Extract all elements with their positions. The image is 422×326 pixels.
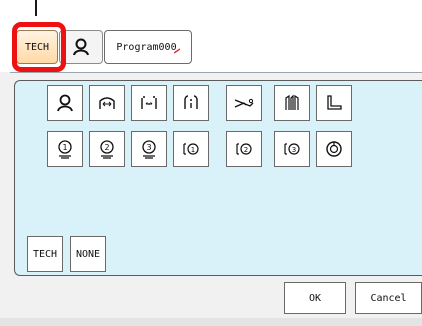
arch-2-icon: 2 bbox=[100, 140, 114, 159]
svg-text:3: 3 bbox=[292, 146, 296, 154]
tab-program-label: Program000 bbox=[116, 41, 177, 53]
bottom-band bbox=[0, 318, 422, 326]
accent-mark-icon bbox=[173, 48, 180, 54]
panel-2-button[interactable]: 2 bbox=[226, 131, 262, 167]
mode-none-button[interactable]: NONE bbox=[70, 236, 106, 272]
slide-icon bbox=[234, 98, 254, 108]
tech-tab-highlight bbox=[12, 22, 66, 72]
panel-1-icon: 1 bbox=[183, 143, 199, 155]
tab-strip-divider bbox=[10, 72, 422, 73]
pillars-icon bbox=[285, 94, 299, 110]
ok-label: OK bbox=[308, 292, 322, 304]
mode-tech-label: TECH bbox=[32, 248, 58, 260]
person-button[interactable] bbox=[47, 85, 83, 121]
panel-3-icon: 3 bbox=[284, 143, 300, 155]
ring-icon bbox=[326, 141, 342, 157]
panel-2-icon: 2 bbox=[236, 143, 252, 155]
svg-text:1: 1 bbox=[191, 146, 195, 154]
arch-2-button[interactable]: 2 bbox=[89, 131, 125, 167]
corner-button[interactable] bbox=[316, 85, 352, 121]
mode-tech-button[interactable]: TECH bbox=[27, 236, 63, 272]
svg-text:1: 1 bbox=[62, 143, 67, 152]
spread-arch-icon bbox=[141, 96, 157, 109]
panel-3-button[interactable]: 3 bbox=[274, 131, 310, 167]
slide-button[interactable] bbox=[226, 85, 262, 121]
full-arch-button[interactable] bbox=[89, 85, 125, 121]
person-icon bbox=[57, 94, 73, 112]
panel-1-button[interactable]: 1 bbox=[173, 131, 209, 167]
svg-text:2: 2 bbox=[244, 146, 248, 154]
arch-3-icon: 3 bbox=[142, 140, 156, 159]
adjust-arch-icon bbox=[184, 95, 198, 109]
tab-program[interactable]: Program000 bbox=[104, 30, 192, 64]
pillars-button[interactable] bbox=[274, 85, 310, 121]
arch-1-icon: 1 bbox=[58, 140, 72, 159]
ok-button[interactable]: OK bbox=[284, 282, 346, 314]
person-icon bbox=[73, 38, 89, 56]
adjust-arch-button[interactable] bbox=[173, 85, 209, 121]
arch-3-button[interactable]: 3 bbox=[131, 131, 167, 167]
cancel-label: Cancel bbox=[370, 292, 407, 304]
full-arch-icon bbox=[99, 97, 115, 109]
svg-text:2: 2 bbox=[104, 143, 109, 152]
svg-text:3: 3 bbox=[146, 143, 151, 152]
ring-button[interactable] bbox=[316, 131, 352, 167]
mode-none-label: NONE bbox=[75, 248, 101, 260]
arch-1-button[interactable]: 1 bbox=[47, 131, 83, 167]
spread-arch-button[interactable] bbox=[131, 85, 167, 121]
cancel-button[interactable]: Cancel bbox=[355, 282, 422, 314]
corner-icon bbox=[327, 95, 342, 110]
